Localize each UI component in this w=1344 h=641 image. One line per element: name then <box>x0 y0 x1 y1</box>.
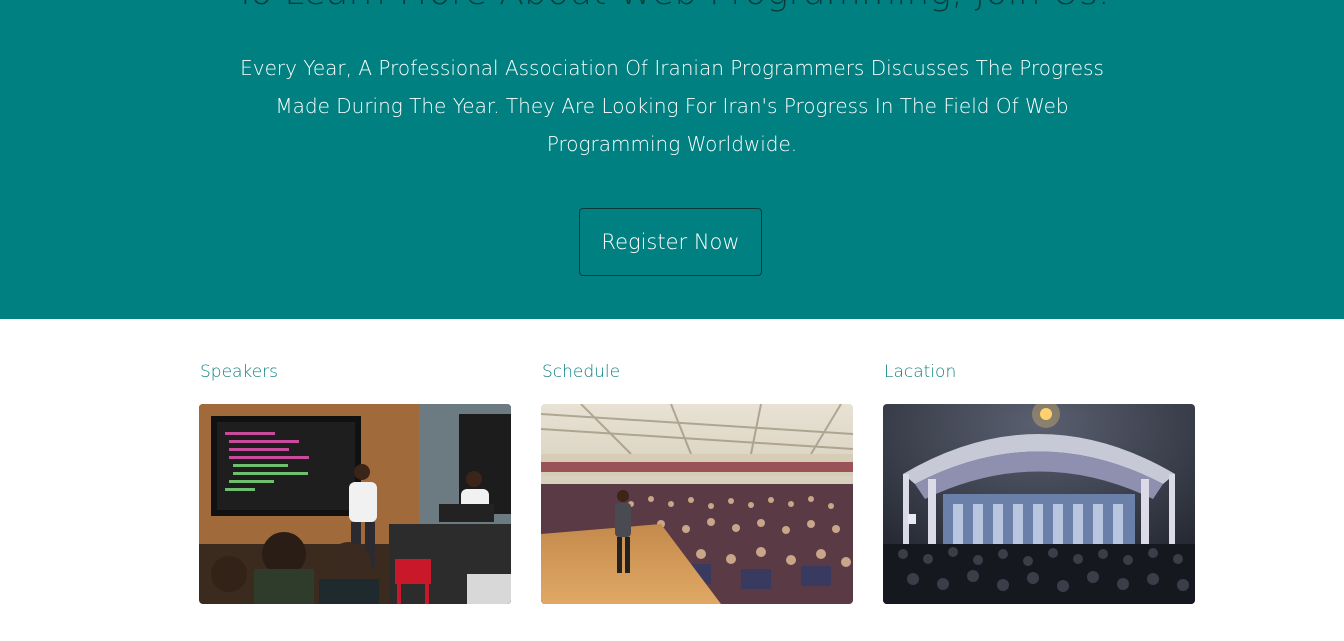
location-card-footer <box>883 635 1195 641</box>
speakers-photo[interactable] <box>199 404 511 604</box>
location-card-title[interactable]: Lacation <box>884 362 956 382</box>
info-cards: Speakers Schedule Lacation <box>0 319 1344 641</box>
hero-description: Every Year, A Professional Association O… <box>240 56 1104 156</box>
schedule-card-footer <box>541 635 853 641</box>
schedule-card-title[interactable]: Schedule <box>542 362 620 382</box>
schedule-photo[interactable] <box>541 404 853 604</box>
register-now-button[interactable]: Register Now <box>579 208 762 276</box>
location-photo[interactable] <box>883 404 1195 604</box>
hero-title: To Learn More About Web Programming, Joi… <box>0 0 1344 13</box>
speakers-card-footer <box>199 635 511 641</box>
speakers-card-title[interactable]: Speakers <box>200 362 278 382</box>
hero-section: To Learn More About Web Programming, Joi… <box>0 0 1344 319</box>
